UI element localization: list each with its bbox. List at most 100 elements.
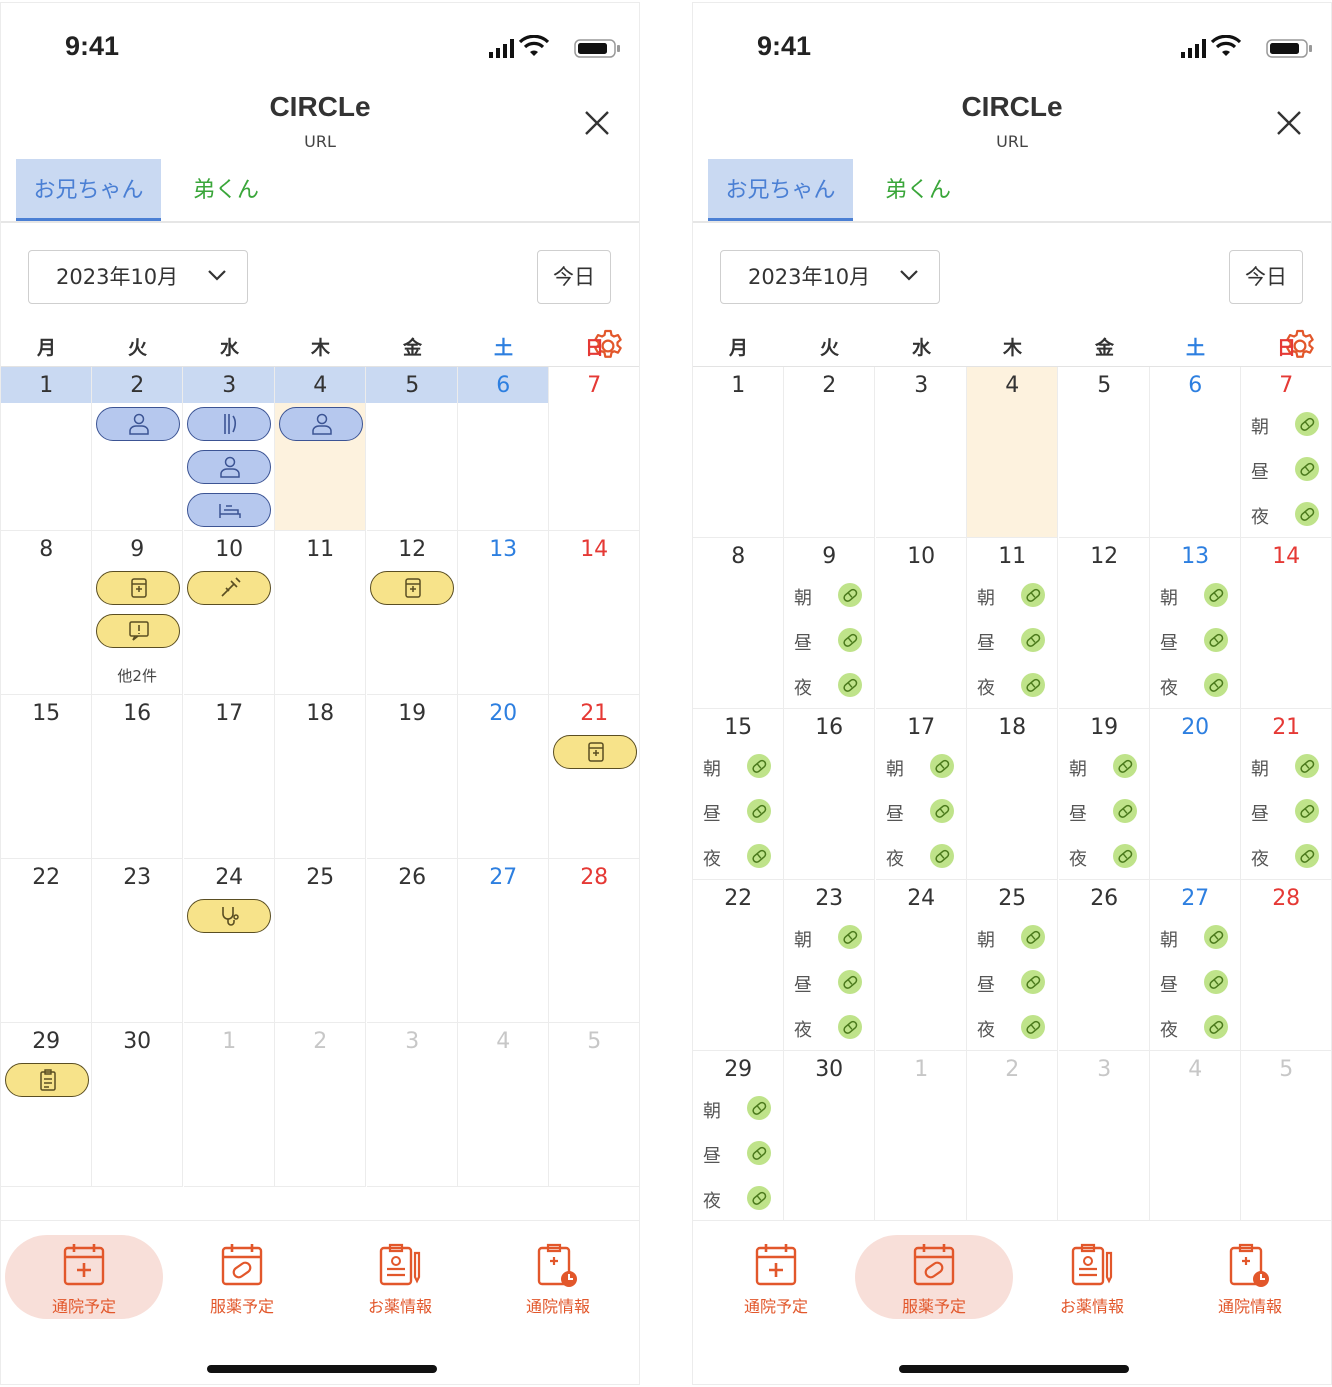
medication-dose-button[interactable]: [1295, 754, 1319, 778]
day-cell[interactable]: 16: [92, 695, 184, 859]
day-cell[interactable]: 28: [1241, 880, 1331, 1051]
event-pill-report[interactable]: [5, 1063, 89, 1097]
nav-hospital-schedule[interactable]: 通院予定: [697, 1235, 855, 1319]
day-cell[interactable]: 11: [275, 531, 367, 695]
medication-dose-button[interactable]: [1204, 925, 1228, 949]
medication-dose-button[interactable]: [1204, 970, 1228, 994]
day-cell[interactable]: 27: [458, 859, 550, 1023]
more-events-label[interactable]: 他2件: [92, 665, 182, 686]
tab-older-brother[interactable]: お兄ちゃん: [16, 159, 161, 221]
day-cell[interactable]: 2: [275, 1023, 367, 1187]
medication-dose-button[interactable]: [1113, 754, 1137, 778]
day-cell[interactable]: 5: [367, 367, 459, 531]
day-cell[interactable]: 20: [1150, 709, 1242, 880]
day-cell[interactable]: 1: [184, 1023, 276, 1187]
today-button[interactable]: 今日: [537, 250, 611, 304]
day-cell[interactable]: 5: [1059, 367, 1151, 538]
day-cell[interactable]: 22: [1, 859, 93, 1023]
day-cell[interactable]: 7朝昼夜: [1241, 367, 1331, 538]
day-cell[interactable]: 18: [275, 695, 367, 859]
day-cell[interactable]: 27 朝昼夜: [1150, 880, 1242, 1051]
day-cell[interactable]: 22: [693, 880, 785, 1051]
medication-dose-button[interactable]: [1021, 628, 1045, 652]
nav-medication-schedule[interactable]: 服薬予定: [855, 1235, 1013, 1319]
day-cell[interactable]: 17 朝昼夜: [876, 709, 968, 880]
month-select[interactable]: 2023年10月: [720, 250, 940, 304]
day-cell[interactable]: 8: [693, 538, 785, 709]
nav-medication-schedule[interactable]: 服薬予定: [163, 1235, 321, 1319]
medication-dose-button[interactable]: [838, 970, 862, 994]
day-cell[interactable]: 26: [367, 859, 459, 1023]
medication-dose-button[interactable]: [1204, 1015, 1228, 1039]
event-pill-checkup[interactable]: [187, 899, 271, 933]
day-cell[interactable]: 14: [549, 531, 639, 695]
day-cell[interactable]: 28: [549, 859, 639, 1023]
day-cell[interactable]: 3: [367, 1023, 459, 1187]
month-select[interactable]: 2023年10月: [28, 250, 248, 304]
day-cell[interactable]: 15: [1, 695, 93, 859]
medication-dose-button[interactable]: [1295, 844, 1319, 868]
event-pill-doctor[interactable]: [187, 450, 271, 484]
medication-dose-button[interactable]: [747, 799, 771, 823]
day-cell[interactable]: 30: [784, 1051, 876, 1222]
day-cell[interactable]: 1: [693, 367, 785, 538]
day-cell[interactable]: 6: [1150, 367, 1242, 538]
medication-dose-button[interactable]: [1113, 844, 1137, 868]
day-cell[interactable]: 25 朝昼夜: [967, 880, 1059, 1051]
day-cell[interactable]: 8: [1, 531, 93, 695]
day-cell[interactable]: 4: [967, 367, 1059, 538]
medication-dose-button[interactable]: [1021, 1015, 1045, 1039]
day-cell[interactable]: 17: [184, 695, 276, 859]
day-cell[interactable]: 13 朝昼夜: [1150, 538, 1242, 709]
event-pill-notice[interactable]: [96, 614, 180, 648]
event-pill-vaccine[interactable]: [187, 571, 271, 605]
day-cell[interactable]: 15 朝昼夜: [693, 709, 785, 880]
day-cell[interactable]: 16: [784, 709, 876, 880]
event-pill-surgery[interactable]: [187, 407, 271, 441]
day-cell[interactable]: 2: [784, 367, 876, 538]
close-button[interactable]: [581, 107, 613, 139]
day-cell[interactable]: 3: [876, 367, 968, 538]
medication-dose-button[interactable]: [1295, 457, 1319, 481]
medication-dose-button[interactable]: [747, 1096, 771, 1120]
medication-dose-button[interactable]: [747, 754, 771, 778]
medication-dose-button[interactable]: [838, 925, 862, 949]
medication-dose-button[interactable]: [838, 1015, 862, 1039]
medication-dose-button[interactable]: [1204, 583, 1228, 607]
day-cell[interactable]: 11 朝昼夜: [967, 538, 1059, 709]
day-cell[interactable]: 21 朝昼夜: [1241, 709, 1331, 880]
medication-dose-button[interactable]: [1204, 673, 1228, 697]
day-cell[interactable]: 9朝昼夜: [784, 538, 876, 709]
medication-dose-button[interactable]: [930, 754, 954, 778]
day-cell[interactable]: 29: [1, 1023, 93, 1187]
event-pill-hospital-bed[interactable]: [187, 493, 271, 527]
medication-dose-button[interactable]: [930, 799, 954, 823]
day-cell[interactable]: 10: [876, 538, 968, 709]
day-cell[interactable]: 4: [458, 1023, 550, 1187]
day-cell[interactable]: 12: [367, 531, 459, 695]
medication-dose-button[interactable]: [838, 583, 862, 607]
day-cell[interactable]: 9 他2件: [92, 531, 184, 695]
medication-dose-button[interactable]: [747, 844, 771, 868]
day-cell[interactable]: 25: [275, 859, 367, 1023]
home-indicator[interactable]: [207, 1365, 437, 1373]
nav-medicine-info[interactable]: お薬情報: [1013, 1235, 1171, 1319]
nav-hospital-schedule[interactable]: 通院予定: [5, 1235, 163, 1319]
medication-dose-button[interactable]: [1295, 502, 1319, 526]
day-cell[interactable]: 2: [92, 367, 184, 531]
close-button[interactable]: [1273, 107, 1305, 139]
medication-dose-button[interactable]: [930, 844, 954, 868]
event-pill-pharmacy[interactable]: [370, 571, 454, 605]
day-cell[interactable]: 5: [549, 1023, 639, 1187]
day-cell[interactable]: 23: [92, 859, 184, 1023]
medication-dose-button[interactable]: [1021, 970, 1045, 994]
medication-dose-button[interactable]: [1295, 799, 1319, 823]
medication-dose-button[interactable]: [747, 1141, 771, 1165]
nav-medicine-info[interactable]: お薬情報: [321, 1235, 479, 1319]
day-cell[interactable]: 4: [1150, 1051, 1242, 1222]
day-cell[interactable]: 18: [967, 709, 1059, 880]
day-cell[interactable]: 7: [549, 367, 639, 531]
medication-dose-button[interactable]: [747, 1186, 771, 1210]
day-cell[interactable]: 19: [367, 695, 459, 859]
medication-dose-button[interactable]: [838, 628, 862, 652]
